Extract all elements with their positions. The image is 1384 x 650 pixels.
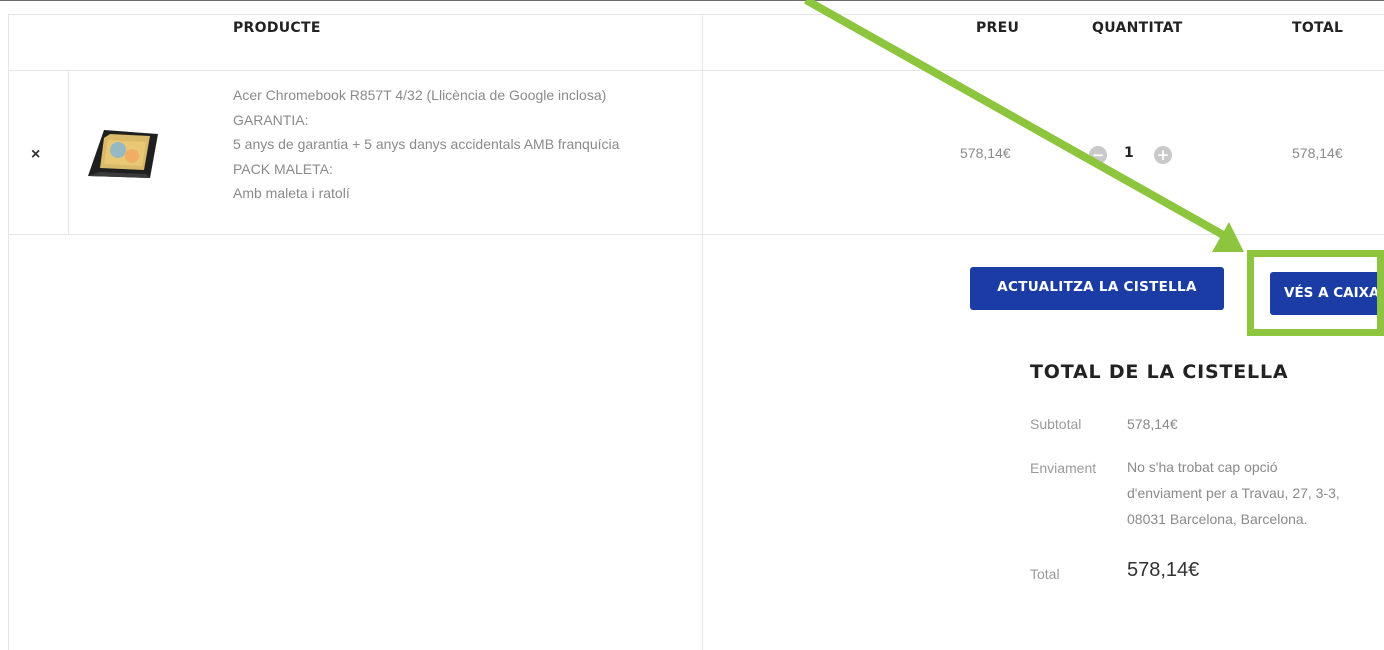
item-price: 578,14€ [960,145,1011,161]
pack-label: PACK MALETA: [233,160,333,177]
table-border-top [8,14,1384,15]
shipping-line: d'enviament per a Travau, 27, 3-3, [1127,485,1340,501]
annotation-arrow-icon [804,0,1244,252]
top-divider [0,0,1384,1]
shipping-line: 08031 Barcelona, Barcelona. [1127,511,1308,527]
checkout-highlight-box: VÉS A CAIXA [1247,250,1384,336]
product-description: Acer Chromebook R857T 4/32 (Llicència de… [233,83,619,206]
product-thumbnail[interactable] [84,120,160,182]
checkout-button[interactable]: VÉS A CAIXA [1270,272,1377,315]
remove-item-icon[interactable]: × [31,146,40,164]
quantity-plus-button[interactable]: + [1154,146,1172,164]
header-product: PRODUCTE [233,20,321,36]
table-border-bottom [8,234,1384,235]
subtotal-label: Subtotal [1030,416,1082,432]
total-label: Total [1030,566,1060,582]
table-col-divider [702,14,703,650]
table-border-left [8,14,9,650]
subtotal-value: 578,14€ [1127,416,1178,432]
warranty-value: 5 anys de garantia + 5 anys danys accide… [233,136,620,152]
shipping-message: No s'ha trobat cap opció d'enviament per… [1127,454,1340,532]
pack-value: Amb maleta i ratolí [233,185,350,201]
quantity-value[interactable]: 1 [1124,145,1134,161]
table-col-divider [68,70,69,235]
quantity-minus-button[interactable]: − [1089,146,1107,164]
shipping-label: Enviament [1030,460,1097,476]
product-name-link[interactable]: Acer Chromebook R857T 4/32 (Llicència de… [233,83,619,108]
update-cart-button[interactable]: ACTUALITZA LA CISTELLA [970,267,1224,310]
item-line-total: 578,14€ [1292,145,1343,161]
warranty-label: GARANTIA: [233,111,309,128]
header-price: PREU [976,20,1020,36]
table-header-divider [8,70,1384,71]
header-quantity: QUANTITAT [1092,20,1183,36]
shipping-line: No s'ha trobat cap opció [1127,459,1278,475]
grand-total-value: 578,14€ [1127,559,1200,581]
cart-totals-title: TOTAL DE LA CISTELLA [1030,361,1289,383]
header-total: TOTAL [1292,20,1344,36]
